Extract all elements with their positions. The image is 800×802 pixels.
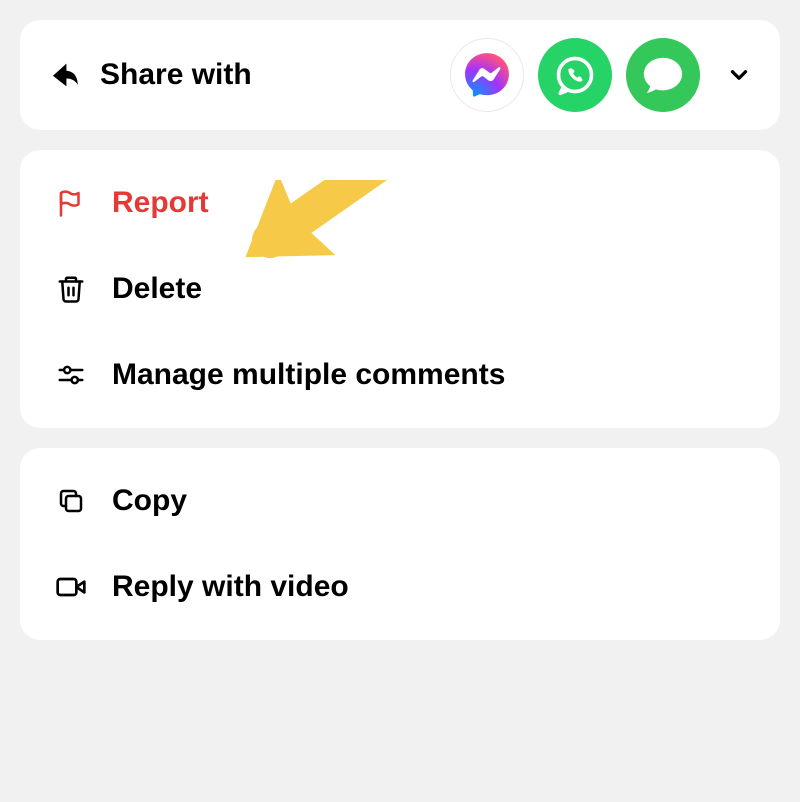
sliders-icon (54, 358, 88, 392)
delete-label: Delete (112, 272, 202, 306)
trash-icon (54, 272, 88, 306)
share-label: Share with (100, 58, 252, 92)
copy-label: Copy (112, 484, 187, 518)
reply-video-label: Reply with video (112, 570, 349, 604)
actions-group-2: Copy Reply with video (20, 448, 780, 640)
manage-comments-menu-item[interactable]: Manage multiple comments (20, 332, 780, 418)
share-icon (48, 58, 82, 92)
share-apps (450, 38, 752, 112)
flag-icon (54, 186, 88, 220)
actions-group-1: Report Delete Manage multiple comments (20, 150, 780, 428)
whatsapp-icon[interactable] (538, 38, 612, 112)
reply-video-menu-item[interactable]: Reply with video (20, 544, 780, 630)
chevron-down-icon[interactable] (726, 62, 752, 88)
report-label: Report (112, 186, 209, 220)
copy-menu-item[interactable]: Copy (20, 458, 780, 544)
imessage-icon[interactable] (626, 38, 700, 112)
share-left-group: Share with (48, 58, 450, 92)
share-section: Share with (20, 20, 780, 130)
report-menu-item[interactable]: Report (20, 160, 780, 246)
video-icon (54, 570, 88, 604)
delete-menu-item[interactable]: Delete (20, 246, 780, 332)
messenger-icon[interactable] (450, 38, 524, 112)
manage-label: Manage multiple comments (112, 358, 505, 392)
copy-icon (54, 484, 88, 518)
